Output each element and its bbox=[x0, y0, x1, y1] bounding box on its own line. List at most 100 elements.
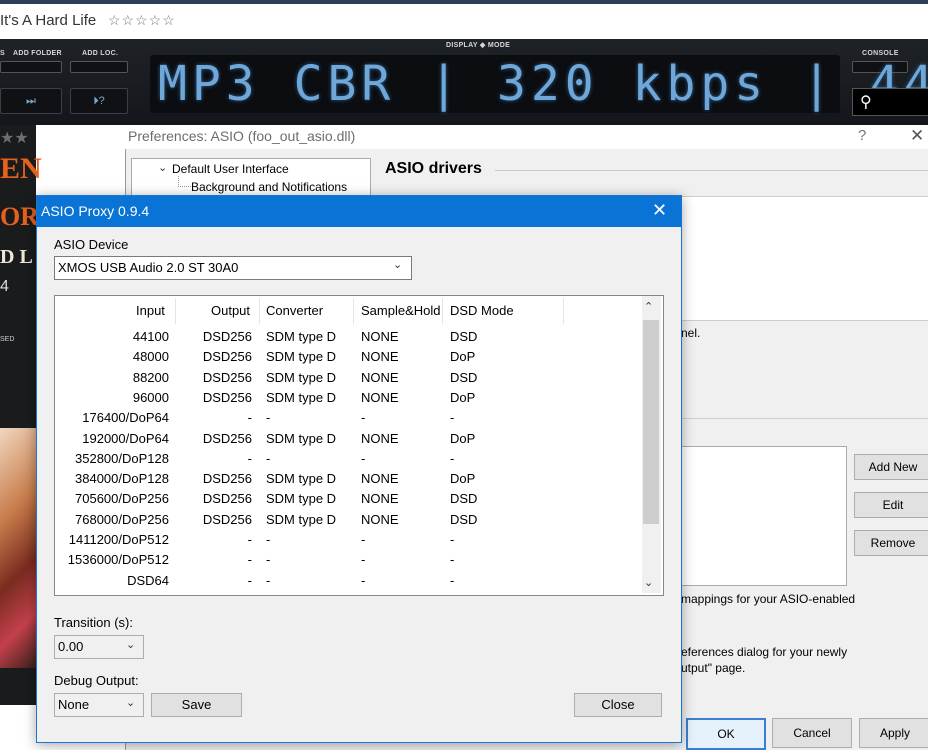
table-cell: DSD256 bbox=[202, 512, 252, 527]
table-cell: DSD256 bbox=[202, 349, 252, 364]
cancel-button[interactable]: Cancel bbox=[772, 718, 852, 748]
table-cell: DoP bbox=[450, 471, 476, 486]
table-cell: SDM type D bbox=[266, 370, 337, 385]
table-cell: - bbox=[266, 451, 271, 466]
preferences-title: Preferences: ASIO (foo_out_asio.dll) bbox=[128, 128, 356, 144]
table-cell: NONE bbox=[361, 390, 399, 405]
table-cell: DSD256 bbox=[202, 471, 252, 486]
column-header-input[interactable]: Input bbox=[136, 303, 165, 318]
table-cell: - bbox=[266, 552, 271, 567]
table-cell: - bbox=[450, 451, 455, 466]
table-cell: - bbox=[361, 552, 366, 567]
table-cell: 88200 bbox=[132, 370, 169, 385]
apply-button[interactable]: Apply bbox=[859, 718, 928, 748]
table-cell: SDM type D bbox=[266, 349, 337, 364]
edit-button[interactable]: Edit bbox=[854, 492, 928, 518]
table-cell: NONE bbox=[361, 349, 399, 364]
table-cell: DSD256 bbox=[202, 370, 252, 385]
close-icon[interactable]: ✕ bbox=[910, 126, 924, 146]
add-new-button[interactable]: Add New bbox=[854, 454, 928, 480]
album-number: 4 bbox=[0, 278, 9, 295]
column-separator[interactable] bbox=[442, 298, 443, 324]
search-icon[interactable]: ⚲ bbox=[860, 92, 872, 112]
scroll-down-icon[interactable]: ⌄ bbox=[644, 576, 653, 589]
transition-label: Transition (s): bbox=[54, 615, 133, 630]
column-separator[interactable] bbox=[259, 298, 260, 324]
table-cell: - bbox=[450, 532, 455, 547]
table-cell: 192000/DoP64 bbox=[82, 431, 169, 446]
table-cell: - bbox=[247, 552, 252, 567]
table-cell: DSD bbox=[450, 329, 478, 344]
close-icon[interactable]: ✕ bbox=[652, 200, 667, 221]
rating-stars[interactable]: ☆☆☆☆☆ bbox=[108, 12, 176, 29]
table-cell: - bbox=[247, 532, 252, 547]
table-cell: NONE bbox=[361, 512, 399, 527]
drivers-list[interactable] bbox=[681, 196, 928, 321]
table-cell: 48000 bbox=[132, 349, 169, 364]
column-header-sample-hold[interactable]: Sample&Hold bbox=[361, 303, 441, 318]
album-stars: ★★ bbox=[0, 130, 29, 147]
table-cell: 44100 bbox=[132, 329, 169, 344]
table-cell: 384000/DoP128 bbox=[75, 471, 169, 486]
column-header-output[interactable]: Output bbox=[211, 303, 250, 318]
add-location-button[interactable] bbox=[70, 61, 128, 73]
debug-output-value: None bbox=[58, 697, 90, 712]
table-scrollbar-thumb[interactable] bbox=[643, 320, 659, 524]
close-button[interactable]: Close bbox=[574, 693, 662, 717]
table-cell: 96000 bbox=[132, 390, 169, 405]
label-add-folder: ADD FOLDER bbox=[13, 50, 62, 57]
chevron-down-icon[interactable]: ⌄ bbox=[158, 161, 167, 174]
label-add-loc: ADD LOC. bbox=[82, 50, 119, 57]
table-cell: DSD256 bbox=[202, 491, 252, 506]
table-cell: DSD256 bbox=[202, 390, 252, 405]
mappings-text: mappings for your ASIO-enabled bbox=[681, 592, 856, 606]
table-cell: SDM type D bbox=[266, 491, 337, 506]
table-cell: DSD bbox=[450, 512, 478, 527]
table-cell: - bbox=[361, 451, 366, 466]
table-cell: SDM type D bbox=[266, 471, 337, 486]
lcd-text: MP3 CBR | 320 kbps | 441 bbox=[158, 56, 928, 112]
next-track-button[interactable]: ⏭ bbox=[0, 88, 62, 114]
chevron-down-icon[interactable]: ⌄ bbox=[126, 638, 135, 651]
tree-item-default-ui[interactable]: Default User Interface bbox=[172, 162, 289, 176]
skip-button[interactable]: ⏵? bbox=[70, 88, 128, 114]
tree-item-background-notifications[interactable]: Background and Notifications bbox=[191, 180, 347, 194]
table-cell: NONE bbox=[361, 491, 399, 506]
add-folder-button[interactable] bbox=[0, 61, 62, 73]
label-display-mode: DISPLAY ◆ MODE bbox=[446, 42, 511, 49]
album-title-fragment-2: OR bbox=[0, 202, 39, 231]
label-s: S bbox=[0, 50, 5, 57]
column-separator[interactable] bbox=[353, 298, 354, 324]
table-cell: DSD256 bbox=[202, 329, 252, 344]
save-button[interactable]: Save bbox=[151, 693, 242, 717]
table-cell: - bbox=[361, 410, 366, 425]
table-cell: - bbox=[361, 532, 366, 547]
table-cell: - bbox=[247, 451, 252, 466]
help-text-line-2: utput" page. bbox=[681, 661, 746, 675]
table-cell: DoP bbox=[450, 390, 476, 405]
scroll-up-icon[interactable]: ⌃ bbox=[644, 300, 653, 313]
custom-channel-mappings-list[interactable] bbox=[681, 446, 847, 586]
table-cell: NONE bbox=[361, 370, 399, 385]
ok-button[interactable]: OK bbox=[686, 718, 766, 750]
table-cell: 768000/DoP256 bbox=[75, 512, 169, 527]
table-cell: 705600/DoP256 bbox=[75, 491, 169, 506]
table-cell: DSD256 bbox=[202, 431, 252, 446]
help-icon[interactable]: ? bbox=[858, 127, 866, 144]
table-cell: 1536000/DoP512 bbox=[67, 552, 169, 567]
table-cell: - bbox=[450, 410, 455, 425]
chevron-down-icon[interactable]: ⌄ bbox=[393, 258, 402, 271]
column-separator[interactable] bbox=[563, 298, 564, 324]
column-separator[interactable] bbox=[175, 298, 176, 324]
column-header-converter[interactable]: Converter bbox=[266, 303, 323, 318]
table-cell: SDM type D bbox=[266, 512, 337, 527]
table-cell: - bbox=[266, 573, 271, 588]
column-header-dsd-mode[interactable]: DSD Mode bbox=[450, 303, 514, 318]
chevron-down-icon[interactable]: ⌄ bbox=[126, 696, 135, 709]
table-cell: SDM type D bbox=[266, 390, 337, 405]
asio-proxy-title: ASIO Proxy 0.9.4 bbox=[41, 203, 150, 219]
remove-button[interactable]: Remove bbox=[854, 530, 928, 556]
table-cell: SDM type D bbox=[266, 431, 337, 446]
table-cell: DSD bbox=[450, 491, 478, 506]
help-text-line-1: eferences dialog for your newly bbox=[681, 645, 848, 659]
